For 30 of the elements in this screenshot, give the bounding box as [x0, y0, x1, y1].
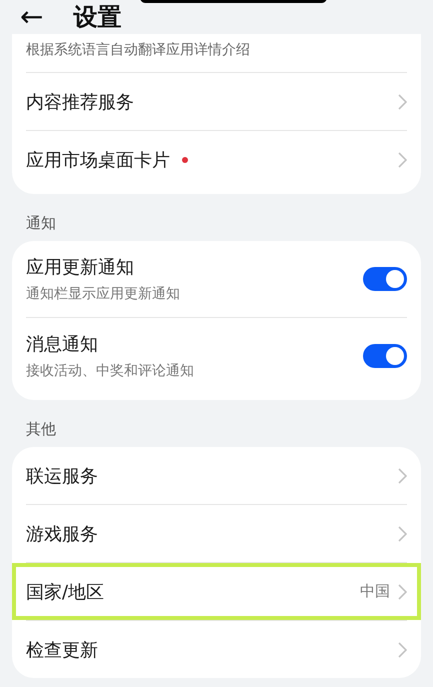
item-label: 消息通知	[26, 333, 99, 356]
item-label: 检查更新	[26, 638, 98, 662]
chevron-icon	[398, 152, 407, 168]
item-label: 内容推荐服务	[26, 90, 134, 114]
toggle-switch[interactable]	[363, 267, 407, 291]
description-text: 根据系统语言自动翻译应用详情介绍	[25, 41, 251, 58]
item-subtitle: 通知栏显示应用更新通知	[26, 285, 181, 303]
page-title: 设置	[73, 2, 122, 33]
settings-item[interactable]: 国家/地区 中国	[12, 563, 421, 620]
item-subtitle: 接收活动、中奖和评论通知	[26, 362, 195, 380]
item-label: 国家/地区	[26, 580, 104, 604]
item-value: 中国	[360, 582, 390, 601]
chevron-icon	[398, 468, 407, 484]
chevron-icon	[398, 94, 407, 110]
item-label: 应用市场桌面卡片	[26, 148, 170, 172]
settings-item[interactable]: 联运服务	[12, 447, 421, 504]
chevron-icon	[398, 584, 407, 600]
item-label: 联运服务	[26, 464, 98, 488]
item-label: 游戏服务	[26, 522, 98, 546]
section-heading: 通知	[25, 213, 57, 234]
item-label: 应用更新通知	[26, 256, 135, 279]
chevron-icon	[398, 526, 407, 542]
settings-item[interactable]: 游戏服务	[12, 505, 421, 562]
toggle-switch[interactable]	[363, 344, 407, 368]
back-button[interactable]: ←	[20, 3, 44, 31]
settings-item[interactable]: 内容推荐服务	[12, 73, 421, 130]
settings-item[interactable]: 检查更新	[12, 621, 421, 678]
section-heading: 其他	[25, 419, 57, 440]
chevron-icon	[398, 642, 407, 658]
settings-item[interactable]: 应用市场桌面卡片	[12, 131, 421, 188]
